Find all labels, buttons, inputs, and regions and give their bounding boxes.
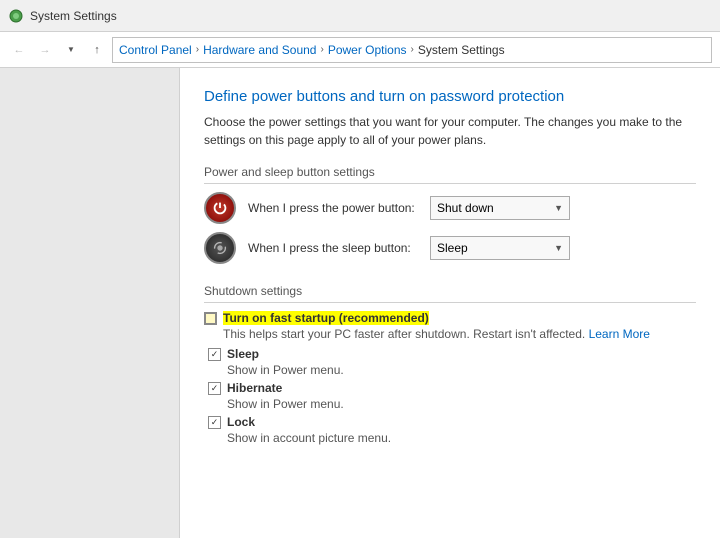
- sleep-sublabel: Show in Power menu.: [227, 363, 696, 377]
- sleep-content: Sleep Show in Power menu.: [227, 347, 696, 377]
- power-button-icon: [204, 192, 236, 224]
- lock-row: ✓ Lock Show in account picture menu.: [204, 415, 696, 445]
- sleep-row: ✓ Sleep Show in Power menu.: [204, 347, 696, 377]
- title-bar: System Settings: [0, 0, 720, 32]
- fast-startup-row: Turn on fast startup (recommended) This …: [204, 311, 696, 341]
- breadcrumb-hardware-sound[interactable]: Hardware and Sound: [203, 43, 316, 57]
- sleep-button-dropdown[interactable]: Sleep ▼: [430, 236, 570, 260]
- lock-label: Lock: [227, 415, 255, 429]
- sleep-button-icon: [204, 232, 236, 264]
- breadcrumb-power-options[interactable]: Power Options: [328, 43, 407, 57]
- hibernate-sublabel: Show in Power menu.: [227, 397, 696, 411]
- shutdown-settings: Shutdown settings Turn on fast startup (…: [204, 284, 696, 445]
- back-button[interactable]: ←: [8, 39, 30, 61]
- sleep-dropdown-arrow: ▼: [554, 243, 563, 253]
- title-bar-text: System Settings: [30, 9, 117, 23]
- hibernate-checkbox[interactable]: ✓: [208, 382, 221, 395]
- fast-startup-sublabel: This helps start your PC faster after sh…: [223, 327, 696, 341]
- lock-checkmark: ✓: [211, 417, 219, 428]
- learn-more-link[interactable]: Learn More: [589, 327, 650, 341]
- app-icon: [8, 8, 24, 24]
- power-section-header: Power and sleep button settings: [204, 165, 696, 184]
- sleep-checkbox[interactable]: ✓: [208, 348, 221, 361]
- recent-button[interactable]: ▼: [60, 39, 82, 61]
- power-dropdown-arrow: ▼: [554, 203, 563, 213]
- power-button-dropdown[interactable]: Shut down ▼: [430, 196, 570, 220]
- hibernate-content: Hibernate Show in Power menu.: [227, 381, 696, 411]
- power-button-row: When I press the power button: Shut down…: [204, 192, 696, 224]
- sleep-checkmark: ✓: [211, 349, 219, 360]
- fast-startup-content: Turn on fast startup (recommended) This …: [223, 311, 696, 341]
- breadcrumb-sep-1: ›: [196, 44, 199, 55]
- fast-startup-checkbox[interactable]: [204, 312, 217, 325]
- lock-checkbox[interactable]: ✓: [208, 416, 221, 429]
- sleep-button-label: When I press the sleep button:: [248, 241, 418, 255]
- address-bar: ← → ▼ ↑ Control Panel › Hardware and Sou…: [0, 32, 720, 68]
- content-area: Define power buttons and turn on passwor…: [180, 68, 720, 538]
- forward-button[interactable]: →: [34, 39, 56, 61]
- sleep-button-row: When I press the sleep button: Sleep ▼: [204, 232, 696, 264]
- hibernate-checkmark: ✓: [211, 383, 219, 394]
- lock-sublabel: Show in account picture menu.: [227, 431, 696, 445]
- power-button-label: When I press the power button:: [248, 201, 418, 215]
- sleep-label: Sleep: [227, 347, 259, 361]
- power-button-value: Shut down: [437, 201, 494, 215]
- breadcrumb-system-settings: System Settings: [418, 43, 505, 57]
- page-description: Choose the power settings that you want …: [204, 113, 684, 149]
- shutdown-section-header: Shutdown settings: [204, 284, 696, 303]
- main-layout: Define power buttons and turn on passwor…: [0, 68, 720, 538]
- lock-content: Lock Show in account picture menu.: [227, 415, 696, 445]
- breadcrumb-sep-3: ›: [411, 44, 414, 55]
- hibernate-label: Hibernate: [227, 381, 282, 395]
- sidebar: [0, 68, 180, 538]
- breadcrumb-sep-2: ›: [320, 44, 323, 55]
- hibernate-row: ✓ Hibernate Show in Power menu.: [204, 381, 696, 411]
- fast-startup-label: Turn on fast startup (recommended): [223, 311, 429, 325]
- power-button-settings: Power and sleep button settings When I p…: [204, 165, 696, 264]
- up-button[interactable]: ↑: [86, 39, 108, 61]
- breadcrumb: Control Panel › Hardware and Sound › Pow…: [112, 37, 712, 63]
- sleep-button-value: Sleep: [437, 241, 468, 255]
- page-title: Define power buttons and turn on passwor…: [204, 88, 696, 105]
- breadcrumb-control-panel[interactable]: Control Panel: [119, 43, 192, 57]
